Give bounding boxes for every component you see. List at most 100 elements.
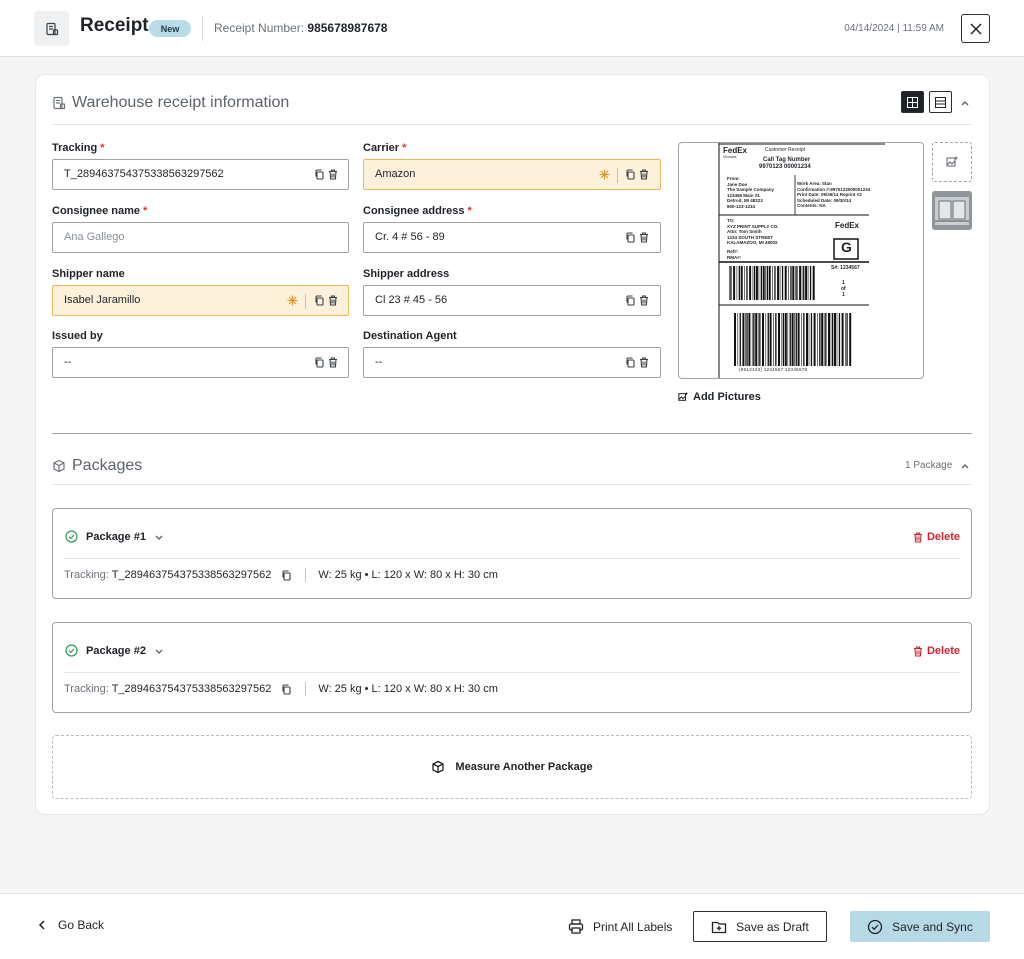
trash-icon[interactable] bbox=[326, 294, 339, 307]
customer-receipt-text: Customer Receipt bbox=[765, 147, 806, 153]
barcode-bar bbox=[778, 313, 780, 366]
tracking-field[interactable]: T_289463754375338563297562 bbox=[52, 159, 349, 190]
issued-by-field[interactable]: -- bbox=[52, 347, 349, 378]
grid-view-button[interactable] bbox=[901, 91, 924, 113]
section-divider bbox=[52, 433, 972, 434]
copy-icon[interactable] bbox=[312, 356, 325, 369]
consignee-address-field[interactable]: Cr. 4 # 56 - 89 bbox=[363, 222, 661, 253]
package-header[interactable]: Package #2 bbox=[65, 644, 164, 657]
check-circle-icon bbox=[65, 530, 78, 543]
barcode-bar bbox=[772, 266, 773, 300]
save-as-draft-button[interactable]: Save as Draft bbox=[693, 911, 827, 942]
barcode-bar bbox=[742, 313, 745, 366]
barcode-bar bbox=[823, 313, 825, 366]
tracking-label: Tracking: bbox=[64, 569, 109, 581]
check-circle-icon bbox=[867, 919, 883, 934]
barcode-bar bbox=[796, 266, 798, 300]
carrier-value: Amazon bbox=[375, 168, 416, 180]
barcode-bar bbox=[813, 313, 816, 366]
add-pictures-label: Add Pictures bbox=[693, 391, 761, 403]
barcode-bar bbox=[806, 313, 808, 366]
trash-icon[interactable] bbox=[326, 356, 339, 369]
package-name: Package #2 bbox=[86, 644, 146, 657]
add-pictures-button[interactable]: Add Pictures bbox=[678, 391, 761, 403]
consignee-name-field[interactable]: Ana Gallego bbox=[52, 222, 349, 253]
work-info-block: Work Area: Stan Confirmation #:9970123000… bbox=[797, 181, 870, 209]
copy-icon[interactable] bbox=[312, 294, 325, 307]
barcode-bar bbox=[825, 313, 827, 366]
add-picture-thumb[interactable] bbox=[932, 142, 972, 182]
barcode-bar bbox=[779, 266, 781, 300]
call-tag-number: 9970123 00001234 bbox=[759, 164, 811, 170]
trash-icon[interactable] bbox=[326, 168, 339, 181]
trash-icon[interactable] bbox=[637, 168, 650, 181]
receipt-icon bbox=[34, 11, 69, 46]
barcode-bar bbox=[762, 266, 765, 300]
measure-another-package-button[interactable]: Measure Another Package bbox=[52, 735, 972, 799]
chevron-up-icon[interactable] bbox=[960, 98, 970, 108]
chevron-down-icon[interactable] bbox=[154, 532, 164, 542]
shipping-label-image[interactable]: FedEx Ground Customer Receipt Call Tag N… bbox=[678, 142, 924, 379]
print-all-labels-button[interactable]: Print All Labels bbox=[568, 919, 672, 934]
copy-icon[interactable] bbox=[312, 168, 325, 181]
barcode-bar bbox=[730, 266, 732, 300]
chevron-up-icon[interactable] bbox=[960, 461, 970, 471]
barcode-bar bbox=[845, 313, 846, 366]
barcode-bar bbox=[760, 266, 762, 300]
barcode-bar bbox=[736, 266, 738, 300]
barcode-bar bbox=[788, 266, 789, 300]
barcode-bar bbox=[766, 266, 768, 300]
copy-icon[interactable] bbox=[281, 683, 291, 695]
save-and-sync-label: Save and Sync bbox=[892, 919, 973, 934]
destination-agent-value: -- bbox=[375, 356, 383, 368]
barcode-bar bbox=[846, 313, 848, 366]
tracking-value: T_289463754375338563297562 bbox=[64, 168, 224, 180]
copy-icon[interactable] bbox=[623, 231, 636, 244]
s-number: S#: 1234567 bbox=[831, 265, 860, 271]
package-dimensions: W: 25 kg • L: 120 x W: 80 x H: 30 cm bbox=[318, 683, 498, 695]
label-line: The Sample Company bbox=[727, 187, 775, 192]
barcode-bar bbox=[795, 266, 796, 300]
go-back-button[interactable]: Go Back bbox=[38, 918, 104, 932]
copy-icon[interactable] bbox=[281, 569, 291, 581]
barcode-bar bbox=[762, 313, 764, 366]
chevron-down-icon[interactable] bbox=[154, 646, 164, 656]
close-button[interactable] bbox=[961, 14, 990, 43]
packages-section-title: Packages bbox=[72, 457, 143, 474]
consignee-name-label: Consignee name * bbox=[52, 205, 148, 217]
carrier-field[interactable]: Amazon bbox=[363, 159, 661, 190]
barcode-bar bbox=[746, 313, 748, 366]
list-view-button[interactable] bbox=[929, 91, 952, 113]
trash-icon[interactable] bbox=[637, 231, 650, 244]
field-separator bbox=[617, 168, 618, 183]
save-and-sync-button[interactable]: Save and Sync bbox=[850, 911, 990, 942]
package-header[interactable]: Package #1 bbox=[65, 530, 164, 543]
package-icon bbox=[432, 760, 445, 774]
trash-icon[interactable] bbox=[637, 294, 650, 307]
receipt-datetime: 04/14/2024 | 11:59 AM bbox=[844, 23, 944, 34]
photo-thumbnail[interactable] bbox=[932, 191, 972, 230]
delete-package-button[interactable]: Delete bbox=[913, 645, 960, 657]
trash-icon[interactable] bbox=[637, 356, 650, 369]
destination-agent-field[interactable]: -- bbox=[363, 347, 661, 378]
shipper-name-value: Isabel Jaramillo bbox=[64, 294, 141, 306]
label-line: Print Date: 09/26/14 Reprint #2 bbox=[797, 192, 862, 197]
barcode-bar bbox=[740, 266, 743, 300]
barcode-bar bbox=[849, 313, 852, 366]
barcode-bar bbox=[738, 266, 740, 300]
shipper-address-field[interactable]: Cl 23 # 45 - 56 bbox=[363, 285, 661, 316]
delete-label: Delete bbox=[926, 645, 960, 657]
copy-icon[interactable] bbox=[623, 168, 636, 181]
barcode-bar bbox=[797, 313, 800, 366]
copy-icon[interactable] bbox=[623, 356, 636, 369]
barcode-bar bbox=[749, 266, 752, 300]
barcode-bar bbox=[832, 313, 834, 366]
trash-icon bbox=[913, 531, 922, 543]
delete-package-button[interactable]: Delete bbox=[913, 531, 960, 543]
barcode-bar bbox=[768, 266, 771, 300]
fedex-brand-right: FedEx bbox=[835, 221, 860, 230]
copy-icon[interactable] bbox=[623, 294, 636, 307]
footer-bar: Go Back Print All Labels Save as Draft S… bbox=[0, 893, 1024, 959]
barcode-bar bbox=[773, 313, 774, 366]
shipper-name-field[interactable]: Isabel Jaramillo bbox=[52, 285, 349, 316]
